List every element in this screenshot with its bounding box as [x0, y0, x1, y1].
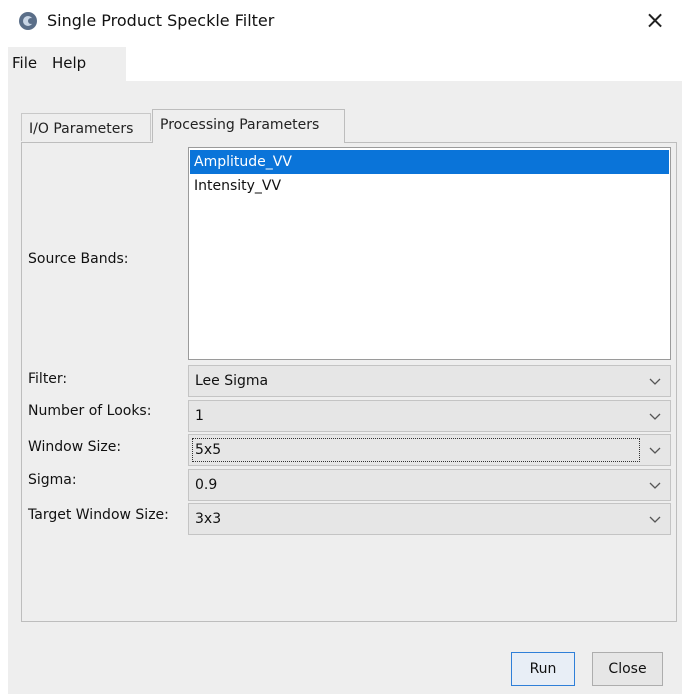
window-size-select[interactable]: 5x5 [188, 434, 671, 466]
chevron-down-icon [649, 482, 661, 489]
target-window-size-label: Target Window Size: [28, 507, 169, 523]
filter-select[interactable]: Lee Sigma [188, 365, 671, 397]
run-button[interactable]: Run [511, 652, 575, 686]
number-of-looks-label: Number of Looks: [28, 403, 152, 419]
tab-io-parameters[interactable]: I/O Parameters [21, 113, 151, 141]
window-title: Single Product Speckle Filter [47, 11, 275, 30]
band-item-intensity-vv[interactable]: Intensity_VV [190, 174, 669, 198]
number-of-looks-value: 1 [195, 408, 204, 424]
source-bands-label: Source Bands: [28, 251, 129, 267]
menu-bar: File Help [8, 47, 126, 82]
close-window-icon[interactable]: × [640, 5, 670, 35]
filter-value: Lee Sigma [195, 373, 269, 389]
title-bar: Single Product Speckle Filter × [0, 0, 682, 46]
chevron-down-icon [649, 516, 661, 523]
close-button[interactable]: Close [592, 652, 663, 686]
tab-processing-parameters[interactable]: Processing Parameters [152, 109, 345, 143]
menu-help[interactable]: Help [52, 54, 86, 72]
focus-ring [192, 438, 640, 462]
sigma-value: 0.9 [195, 477, 218, 493]
sigma-select[interactable]: 0.9 [188, 469, 671, 501]
window-size-value: 5x5 [195, 442, 222, 458]
target-window-size-value: 3x3 [195, 511, 222, 527]
chevron-down-icon [649, 413, 661, 420]
chevron-down-icon [649, 447, 661, 454]
app-logo-icon [19, 12, 37, 30]
filter-label: Filter: [28, 371, 68, 387]
source-bands-list[interactable]: Amplitude_VV Intensity_VV [188, 147, 671, 360]
chevron-down-icon [649, 378, 661, 385]
window-size-label: Window Size: [28, 439, 122, 455]
number-of-looks-select[interactable]: 1 [188, 400, 671, 432]
sigma-label: Sigma: [28, 472, 77, 488]
menu-file[interactable]: File [12, 54, 37, 72]
target-window-size-select[interactable]: 3x3 [188, 503, 671, 535]
band-item-amplitude-vv[interactable]: Amplitude_VV [190, 150, 669, 174]
